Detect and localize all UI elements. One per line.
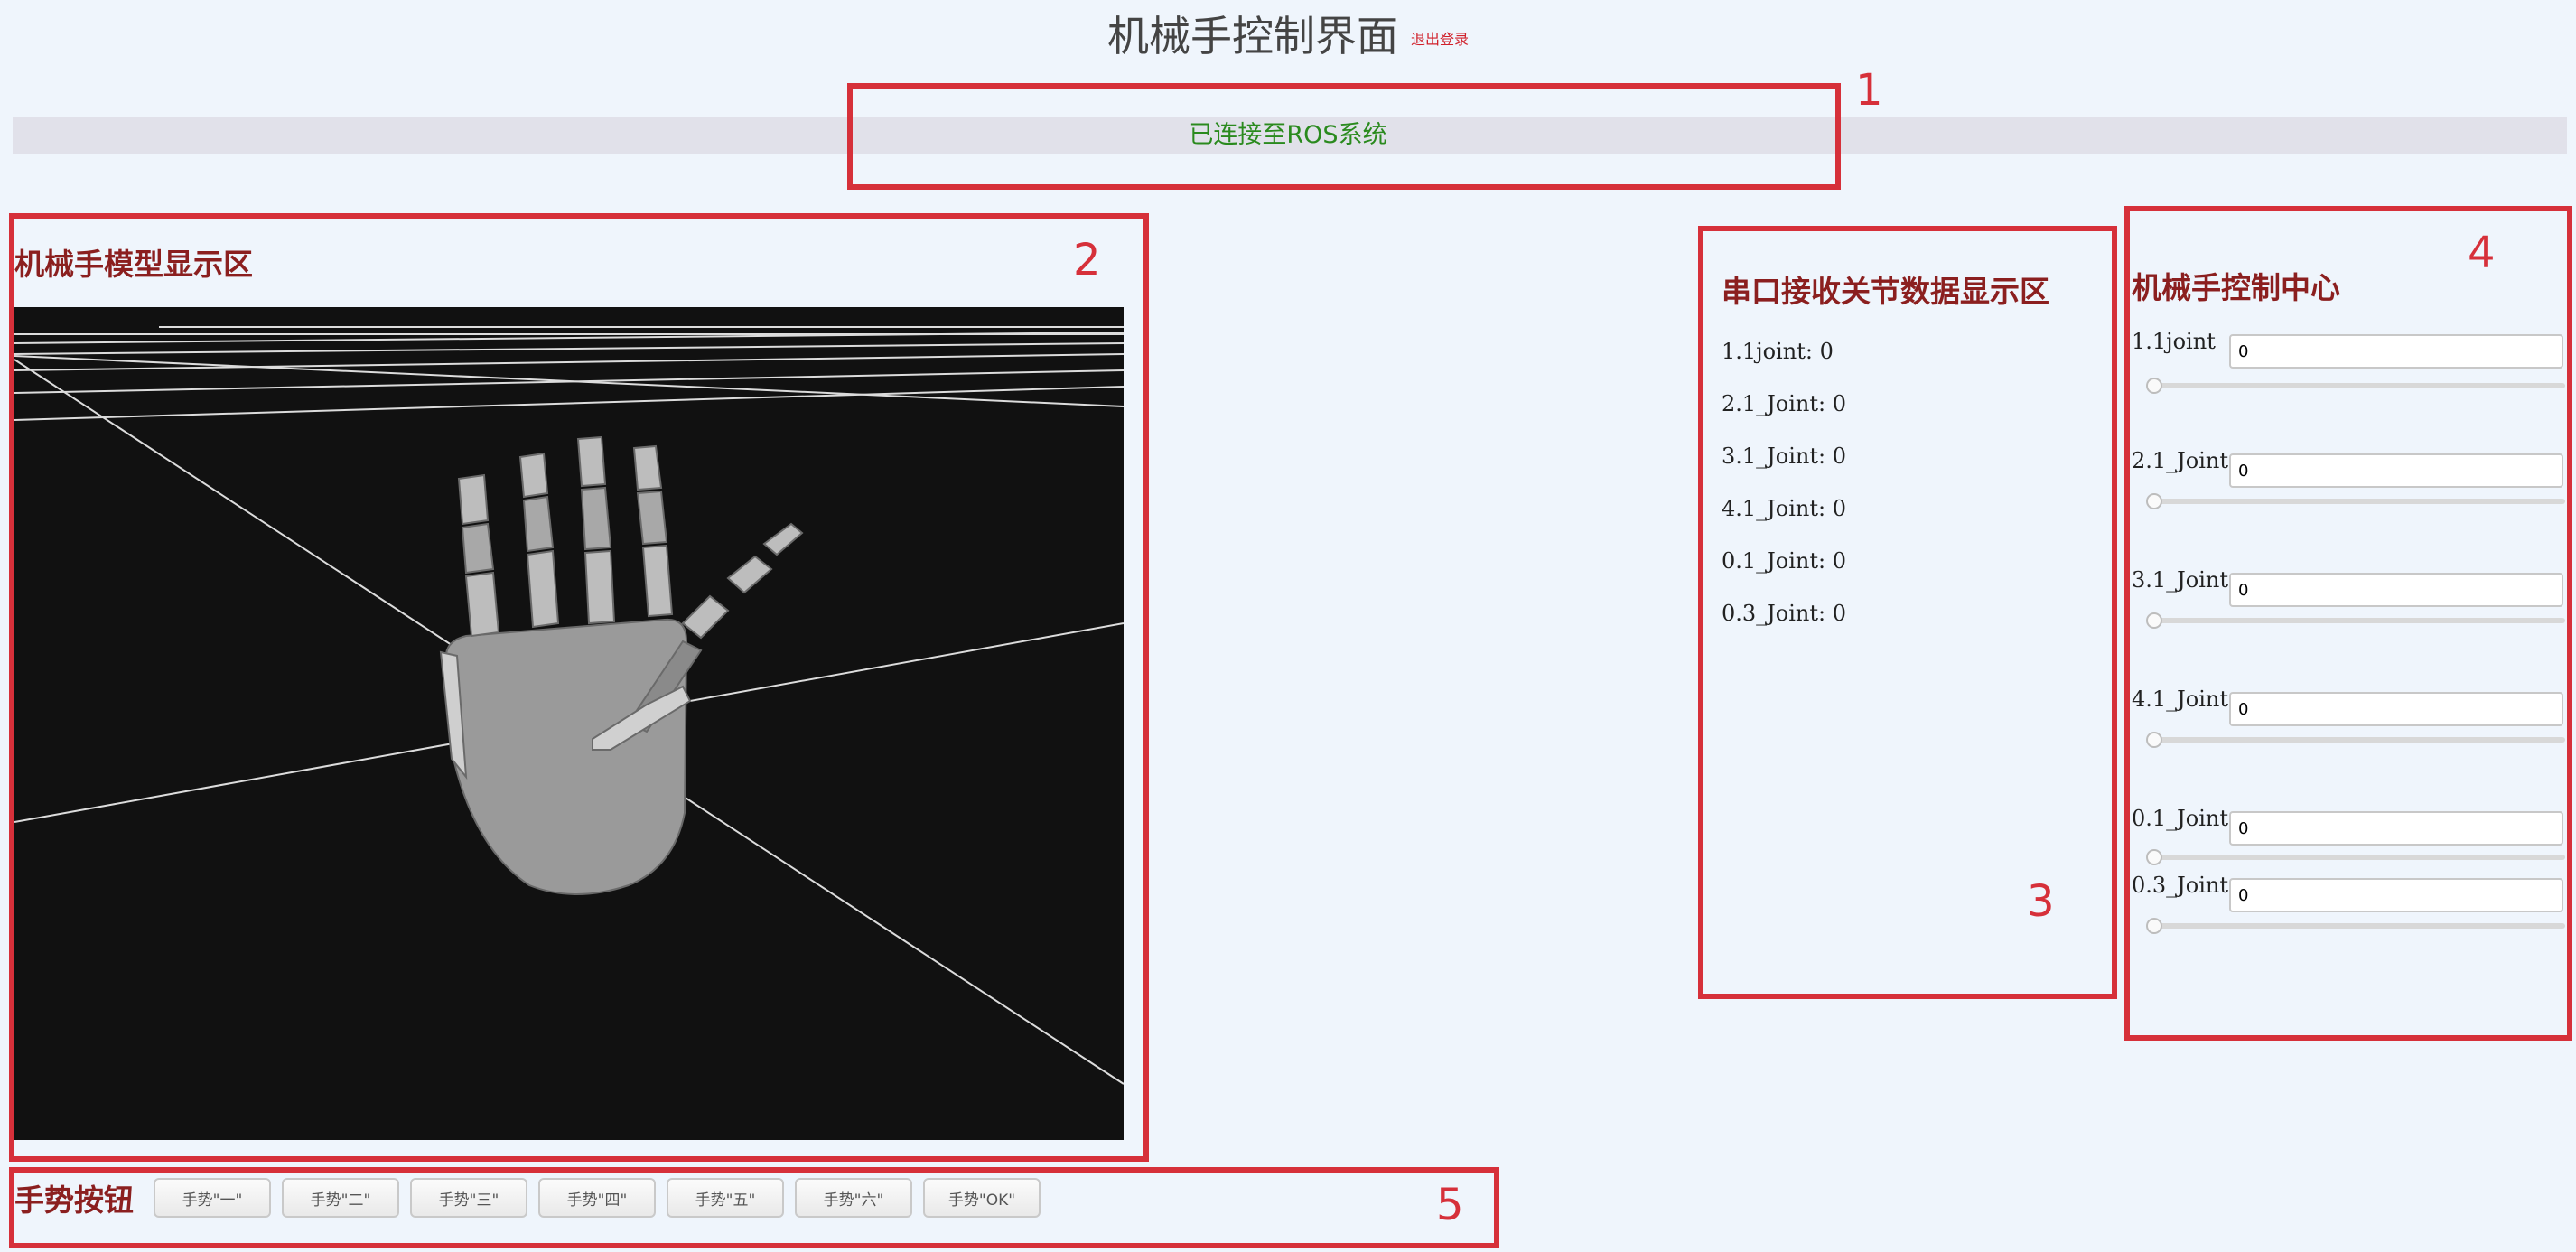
serial-panel-title: 串口接收关节数据显示区 [1722,274,2049,309]
joint-slider-track[interactable] [2148,618,2565,623]
joint-slider-thumb[interactable] [2146,849,2162,865]
serial-joint-row: 4.1_Joint: 0 [1722,496,1847,521]
gesture-five-button[interactable]: 手势"五" [667,1178,784,1218]
joint-slider-thumb[interactable] [2146,493,2162,509]
page-title: 机械手控制界面 [1106,12,1398,61]
joint-control-label: 0.1_Joint [2132,806,2229,831]
joint-value-input[interactable] [2229,692,2563,726]
page-title-row: 机械手控制界面 退出登录 [0,7,2576,69]
serial-joint-label: 0.3_Joint [1722,601,1819,626]
gesture-panel-title: 手势按钮 [14,1182,134,1218]
serial-joint-row: 2.1_Joint: 0 [1722,391,1847,416]
serial-joint-list: 1.1joint: 0 2.1_Joint: 0 3.1_Joint: 0 4.… [1722,325,1846,640]
serial-joint-label: 2.1_Joint [1722,391,1819,416]
hand-model [439,435,804,895]
joint-control-label: 2.1_Joint [2132,448,2229,473]
serial-joint-label: 1.1joint [1722,339,1806,364]
annotation-number-3: 3 [2027,876,2055,927]
serial-joint-label: 4.1_Joint [1722,496,1819,521]
joint-slider-track[interactable] [2148,737,2565,743]
gesture-one-button[interactable]: 手势"一" [154,1178,271,1218]
gesture-ok-button[interactable]: 手势"OK" [923,1178,1041,1218]
joint-slider-thumb[interactable] [2146,378,2162,394]
joint-value-input[interactable] [2229,811,2563,846]
joint-value-input[interactable] [2229,334,2563,369]
serial-joint-row: 1.1joint: 0 [1722,339,1834,364]
serial-joint-row: 3.1_Joint: 0 [1722,444,1847,469]
serial-joint-label: 3.1_Joint [1722,444,1819,469]
hand-model-canvas[interactable] [14,307,1125,1140]
joint-slider-thumb[interactable] [2146,732,2162,748]
gesture-two-button[interactable]: 手势"二" [282,1178,399,1218]
serial-joint-value: 0 [1832,391,1847,416]
joint-value-input[interactable] [2229,453,2563,488]
serial-joint-row: 0.3_Joint: 0 [1722,601,1847,626]
hand-model-viewer[interactable] [14,307,1125,1140]
annotation-number-4: 4 [2468,228,2496,278]
control-panel-title: 机械手控制中心 [2132,270,2340,305]
gesture-six-button[interactable]: 手势"六" [795,1178,912,1218]
serial-joint-value: 0 [1819,339,1834,364]
gesture-three-button[interactable]: 手势"三" [410,1178,527,1218]
serial-joint-label: 0.1_Joint [1722,548,1819,574]
joint-control-label: 0.3_Joint [2132,873,2229,898]
annotation-number-1: 1 [1855,65,1883,116]
annotation-box-1 [847,83,1841,190]
annotation-number-2: 2 [1073,235,1101,285]
joint-control-label: 1.1joint [2132,329,2216,354]
joint-slider-thumb[interactable] [2146,612,2162,629]
serial-joint-value: 0 [1832,601,1847,626]
joint-control-label: 4.1_Joint [2132,687,2229,712]
joint-slider-thumb[interactable] [2146,918,2162,934]
joint-control-label: 3.1_Joint [2132,567,2229,593]
logout-link[interactable]: 退出登录 [1411,31,1469,48]
joint-slider-track[interactable] [2148,855,2565,860]
joint-value-input[interactable] [2229,878,2563,912]
annotation-number-5: 5 [1436,1180,1464,1230]
serial-joint-value: 0 [1832,548,1847,574]
gesture-four-button[interactable]: 手势"四" [538,1178,656,1218]
gesture-button-row: 手势按钮 手势"一" 手势"二" 手势"三" 手势"四" 手势"五" 手势"六"… [14,1176,1051,1219]
joint-slider-track[interactable] [2148,383,2565,388]
joint-value-input[interactable] [2229,573,2563,607]
joint-slider-track[interactable] [2148,923,2565,929]
serial-joint-value: 0 [1832,444,1847,469]
serial-joint-value: 0 [1832,496,1847,521]
serial-joint-row: 0.1_Joint: 0 [1722,548,1847,574]
joint-slider-track[interactable] [2148,499,2565,504]
model-panel-title: 机械手模型显示区 [14,247,253,282]
